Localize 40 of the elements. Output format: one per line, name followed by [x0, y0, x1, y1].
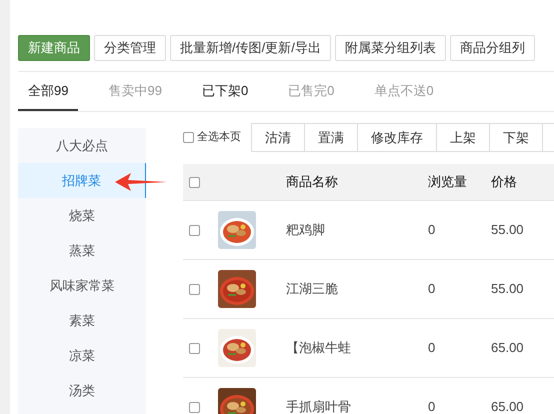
table-cell-text: 0 — [428, 221, 436, 240]
tab[interactable]: 全部99 — [18, 72, 78, 111]
category-item[interactable]: 汤类 — [18, 373, 146, 408]
tab[interactable]: 已下架0 — [192, 72, 258, 111]
column-header: 浏览量 — [428, 173, 468, 192]
select-all-label: 全选本页 — [197, 130, 241, 146]
checkbox[interactable] — [189, 176, 200, 188]
table-cell-text: 55.00 — [491, 221, 524, 240]
table-cell-text: 【泡椒牛蛙 — [286, 339, 352, 358]
table-cell-text: 粑鸡脚 — [286, 221, 326, 240]
checkbox[interactable] — [189, 342, 200, 354]
table-cell-text: 55.00 — [491, 280, 524, 298]
table-cell-text: 手抓扇叶骨 — [286, 398, 352, 414]
toolbar-button[interactable]: 置满 — [304, 123, 358, 152]
toolbar-button[interactable]: 沽清 — [251, 123, 305, 152]
checkbox[interactable] — [189, 224, 200, 236]
category-item[interactable]: 烧菜 — [18, 198, 146, 233]
column-header: 商品名称 — [286, 173, 339, 192]
category-item[interactable]: 素菜 — [18, 303, 146, 338]
action-button[interactable]: 分类管理 — [94, 35, 166, 61]
action-button[interactable]: 批量新增/传图/更新/导出 — [170, 35, 331, 61]
table-cell-text: 江湖三脆 — [286, 280, 339, 298]
table-cell-text: 65.00 — [491, 398, 524, 414]
checkbox[interactable] — [183, 132, 194, 143]
toolbar-button[interactable]: 修改库存 — [357, 123, 437, 152]
category-item[interactable]: 风味家常菜 — [18, 268, 146, 303]
table-cell-text: 0 — [428, 398, 436, 414]
table-cell-text: 0 — [428, 339, 436, 358]
category-item[interactable]: 凉菜 — [18, 338, 146, 373]
checkbox[interactable] — [189, 284, 200, 294]
table-cell-text: 0 — [428, 280, 436, 298]
toolbar-button[interactable]: 下架 — [489, 123, 543, 152]
category-item[interactable]: 八大必点 — [18, 128, 146, 163]
category-item[interactable]: 蒸菜 — [18, 233, 146, 268]
action-button[interactable]: 附属菜分组列表 — [334, 35, 446, 61]
checkbox[interactable] — [189, 402, 200, 412]
action-button[interactable]: 商品分组列 — [450, 35, 535, 61]
table-cell-text: 65.00 — [491, 339, 524, 358]
toolbar-button[interactable]: 上架 — [436, 123, 490, 152]
column-header: 价格 — [491, 173, 517, 192]
